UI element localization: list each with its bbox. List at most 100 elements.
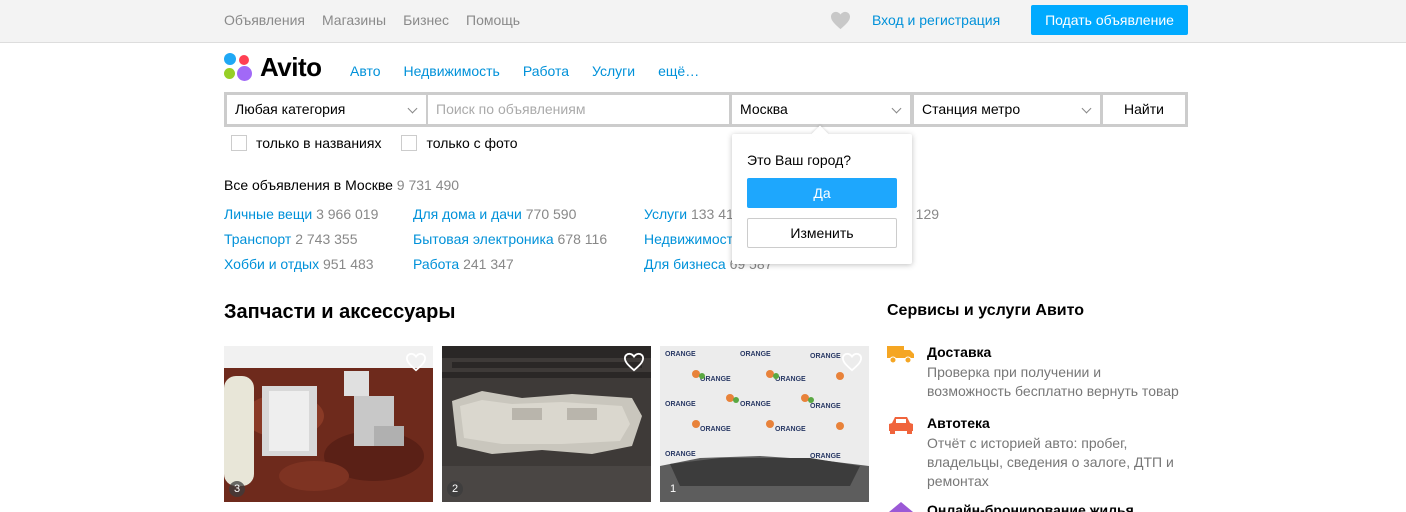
svg-text:ORANGE: ORANGE	[775, 426, 806, 433]
top-bar: Объявления Магазины Бизнес Помощь Вход и…	[0, 0, 1406, 43]
service-name[interactable]: Доставка	[927, 344, 991, 360]
category-item[interactable]: Недвижимост	[644, 231, 733, 247]
search-input[interactable]: Поиск по объявлениям	[428, 95, 729, 124]
avito-logo[interactable]: Avito	[224, 52, 322, 83]
post-ad-button[interactable]: Подать объявление	[1031, 5, 1188, 35]
search-bar: Любая категория Поиск по объявлениям Мос…	[224, 92, 1188, 127]
listing-photo[interactable]	[224, 346, 433, 502]
chevron-down-icon	[407, 103, 418, 114]
nav-realty[interactable]: Недвижимость	[404, 63, 500, 79]
metro-select[interactable]: Станция метро	[914, 95, 1100, 124]
confirm-city-button[interactable]: Да	[747, 178, 897, 208]
photo-count-badge: 3	[229, 481, 245, 497]
category-count: 133 41	[690, 206, 734, 222]
checkbox-box[interactable]	[401, 135, 418, 151]
category-count: 678 116	[557, 231, 608, 247]
category-link[interactable]: Услуги	[644, 206, 687, 222]
category-link[interactable]: Недвижимост	[644, 231, 733, 247]
top-nav-help[interactable]: Помощь	[466, 12, 520, 28]
city-question: Это Ваш город?	[747, 152, 852, 168]
category-item[interactable]: Личные вещи 3 966 019	[224, 206, 378, 222]
service-desc: Проверка при получении и возможность бес…	[927, 364, 1179, 399]
checkbox-box[interactable]	[231, 135, 247, 151]
favorite-heart-icon[interactable]	[405, 352, 427, 372]
svg-text:ORANGE: ORANGE	[740, 351, 771, 358]
all-ads-count: 9 731 490	[396, 177, 460, 193]
nav-services[interactable]: Услуги	[592, 63, 635, 79]
only-titles-label: только в названиях	[256, 135, 382, 151]
listing-card[interactable]: 3	[224, 346, 433, 502]
metro-select-value: Станция метро	[922, 101, 1021, 117]
city-select[interactable]: Москва	[732, 95, 910, 124]
category-select-value: Любая категория	[235, 101, 346, 117]
category-item[interactable]: Транспорт 2 743 355	[224, 231, 358, 247]
chevron-down-icon	[1081, 103, 1092, 114]
top-nav-business[interactable]: Бизнес	[403, 12, 449, 28]
category-count: 241 347	[463, 256, 514, 272]
photo-count-badge: 1	[669, 483, 677, 495]
category-item[interactable]: Хобби и отдых 951 483	[224, 256, 374, 272]
category-link[interactable]: Работа	[413, 256, 459, 272]
category-link[interactable]: Для бизнеса	[644, 256, 726, 272]
only-photo-label: только с фото	[426, 135, 518, 151]
category-link[interactable]: Личные вещи	[224, 206, 312, 222]
svg-text:ORANGE: ORANGE	[810, 353, 841, 360]
change-city-button[interactable]: Изменить	[747, 218, 897, 248]
nav-auto[interactable]: Авто	[350, 63, 381, 79]
svg-text:ORANGE: ORANGE	[810, 403, 841, 410]
login-link[interactable]: Вход и регистрация	[872, 12, 1000, 28]
svg-text:ORANGE: ORANGE	[665, 451, 696, 458]
favorite-heart-icon[interactable]	[623, 352, 645, 372]
logo-text: Avito	[260, 52, 322, 82]
category-count: 951 483	[322, 256, 374, 272]
nav-more[interactable]: ещё…	[658, 63, 699, 79]
listing-card[interactable]: ORANGE ORANGE ORANGE ORANGE ORANGE ORANGE OR…	[660, 346, 869, 502]
nav-jobs[interactable]: Работа	[523, 63, 569, 79]
city-confirm-popover: Это Ваш город? Да Изменить	[732, 125, 912, 264]
category-link[interactable]: Транспорт	[224, 231, 291, 247]
search-button[interactable]: Найти	[1103, 95, 1185, 124]
category-count: 2 743 355	[295, 231, 358, 247]
svg-text:ORANGE: ORANGE	[775, 376, 806, 383]
category-item[interactable]: Услуги 133 41	[644, 206, 734, 222]
svg-text:ORANGE: ORANGE	[665, 351, 696, 358]
listing-card[interactable]: 2	[442, 346, 651, 502]
category-select[interactable]: Любая категория	[227, 95, 426, 124]
main-nav: Авто Недвижимость Работа Услуги ещё…	[350, 63, 722, 79]
top-nav-shops[interactable]: Магазины	[322, 12, 386, 28]
top-nav-ads[interactable]: Объявления	[224, 12, 305, 28]
svg-text:ORANGE: ORANGE	[740, 401, 771, 408]
category-link[interactable]: Для дома и дачи	[413, 206, 522, 222]
service-desc: Отчёт с историей авто: пробег, владельцы…	[927, 435, 1174, 489]
listing-photo[interactable]	[442, 346, 651, 502]
service-name[interactable]: Онлайн-бронирование жилья	[927, 502, 1134, 512]
only-titles-checkbox[interactable]: только в названиях	[231, 135, 381, 151]
listing-photo[interactable]: ORANGE ORANGE ORANGE ORANGE ORANGE ORANGE OR…	[660, 346, 869, 502]
favorite-heart-icon[interactable]	[841, 352, 863, 372]
house-icon	[889, 502, 913, 512]
svg-text:ORANGE: ORANGE	[700, 426, 731, 433]
popover-arrow	[811, 125, 829, 143]
truck-icon	[887, 346, 914, 364]
favorites-heart-icon[interactable]	[830, 11, 851, 30]
category-item[interactable]: Для дома и дачи 770 590	[413, 206, 576, 222]
category-count: 3 966 019	[316, 206, 379, 222]
logo-dots-icon	[224, 52, 254, 83]
search-filters: только в названиях только с фото	[231, 135, 538, 151]
top-nav: Объявления Магазины Бизнес Помощь	[224, 12, 520, 28]
photo-count-badge: 2	[447, 481, 463, 497]
section-title: Запчасти и аксессуары	[224, 301, 456, 323]
category-count: 770 590	[525, 206, 577, 222]
car-icon	[889, 417, 913, 434]
service-name[interactable]: Автотека	[927, 415, 990, 431]
category-link[interactable]: Бытовая электроника	[413, 231, 554, 247]
category-link[interactable]: Хобби и отдых	[224, 256, 319, 272]
only-photo-checkbox[interactable]: только с фото	[401, 135, 518, 151]
city-select-value: Москва	[740, 101, 788, 117]
category-item[interactable]: Бытовая электроника 678 116	[413, 231, 607, 247]
all-ads-label: Все объявления в Москве	[224, 177, 393, 193]
category-item[interactable]: Работа 241 347	[413, 256, 514, 272]
chevron-down-icon	[891, 103, 902, 114]
all-ads-heading: Все объявления в Москве 9 731 490	[224, 177, 459, 193]
services-title: Сервисы и услуги Авито	[887, 302, 1085, 319]
